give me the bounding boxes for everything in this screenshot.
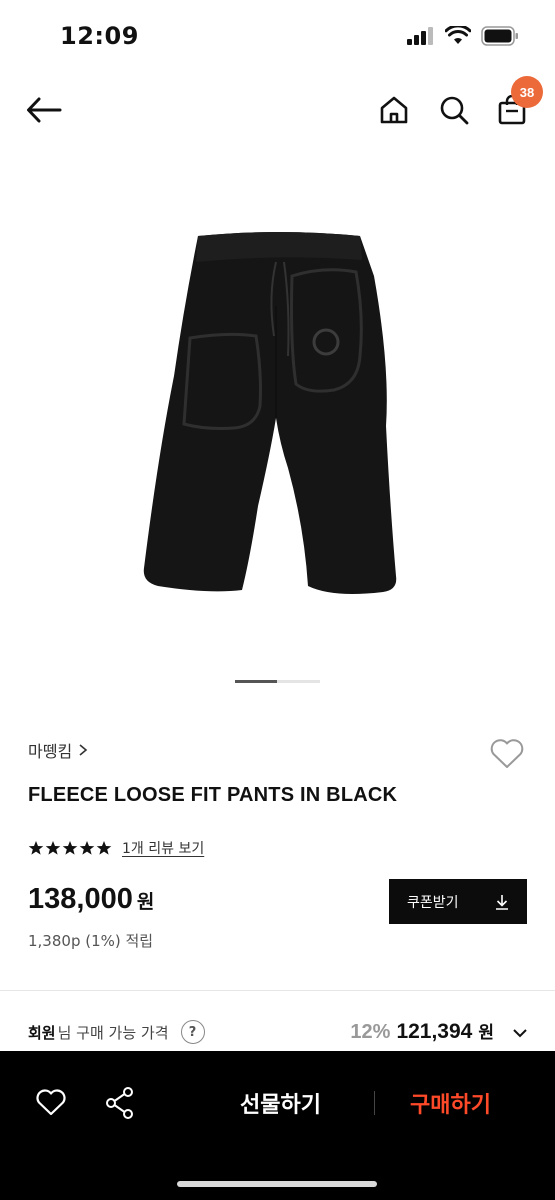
rating-row: 1개 리뷰 보기 [28,838,204,858]
back-arrow-icon [27,97,62,123]
member-price-row[interactable]: 회원 님 구매 가능 가격 ? 12% 121,394 원 [28,1016,528,1050]
status-time: 12:09 [60,22,139,50]
image-pager [235,680,320,683]
product-name: FLEECE LOOSE FIT PANTS IN BLACK [28,784,398,806]
price-value: 138,000 [28,883,133,915]
home-icon [380,96,408,124]
product-image[interactable] [0,146,555,666]
star-icon [45,841,61,855]
pants-image [143,232,396,594]
bottom-action-bar: 선물하기 구매하기 [0,1051,555,1200]
help-icon[interactable]: ? [180,1020,205,1044]
divider [0,990,555,991]
home-indicator [177,1181,377,1187]
signal-icon [407,27,433,45]
brand-name: 마뗑킴 [28,742,73,761]
back-button[interactable] [22,90,66,130]
brand-link[interactable]: 마뗑킴 [28,738,88,762]
cart-count-badge: 38 [511,76,543,108]
member-label-rest: 님 구매 가능 가격 [57,1023,169,1042]
heart-outline-icon [490,739,524,768]
status-bar: 12:09 [0,0,555,72]
price-row: 138,000 원 [28,883,154,916]
bottom-wishlist-button[interactable] [30,1085,72,1121]
status-icons [407,26,519,46]
bottom-bar-separator [374,1091,375,1115]
home-button[interactable] [374,90,414,130]
coupon-label: 쿠폰받기 [407,894,459,911]
star-icon [96,841,112,855]
star-icon [62,841,78,855]
share-icon [106,1087,133,1119]
discount-rate: 12% [350,1021,391,1043]
wishlist-button[interactable] [487,734,527,774]
download-icon [496,894,508,910]
member-price-unit: 원 [478,1023,494,1043]
chevron-right-icon [79,744,88,756]
price-unit: 원 [136,891,155,913]
gift-button[interactable]: 선물하기 [240,1087,321,1119]
search-icon [440,96,469,125]
image-pager-active [235,680,277,683]
search-button[interactable] [434,90,474,130]
battery-icon [481,26,518,46]
heart-outline-icon [36,1089,66,1116]
star-icon [28,841,44,855]
wifi-icon [445,26,471,44]
star-rating [28,840,112,856]
member-price: 12% 121,394 원 [350,1018,528,1044]
member-label-strong: 회원 [28,1023,56,1042]
member-price-label: 회원 님 구매 가능 가격 ? [28,1020,205,1044]
top-nav [0,72,555,146]
member-price-value: 121,394 [396,1020,473,1043]
star-icon [79,841,95,855]
chevron-down-icon[interactable] [512,1028,528,1038]
share-button[interactable] [100,1083,140,1123]
review-link[interactable]: 1개 리뷰 보기 [122,838,204,858]
points-text: 1,380p (1%) 적립 [28,932,154,950]
buy-button[interactable]: 구매하기 [410,1087,491,1119]
coupon-button[interactable]: 쿠폰받기 [389,879,527,924]
